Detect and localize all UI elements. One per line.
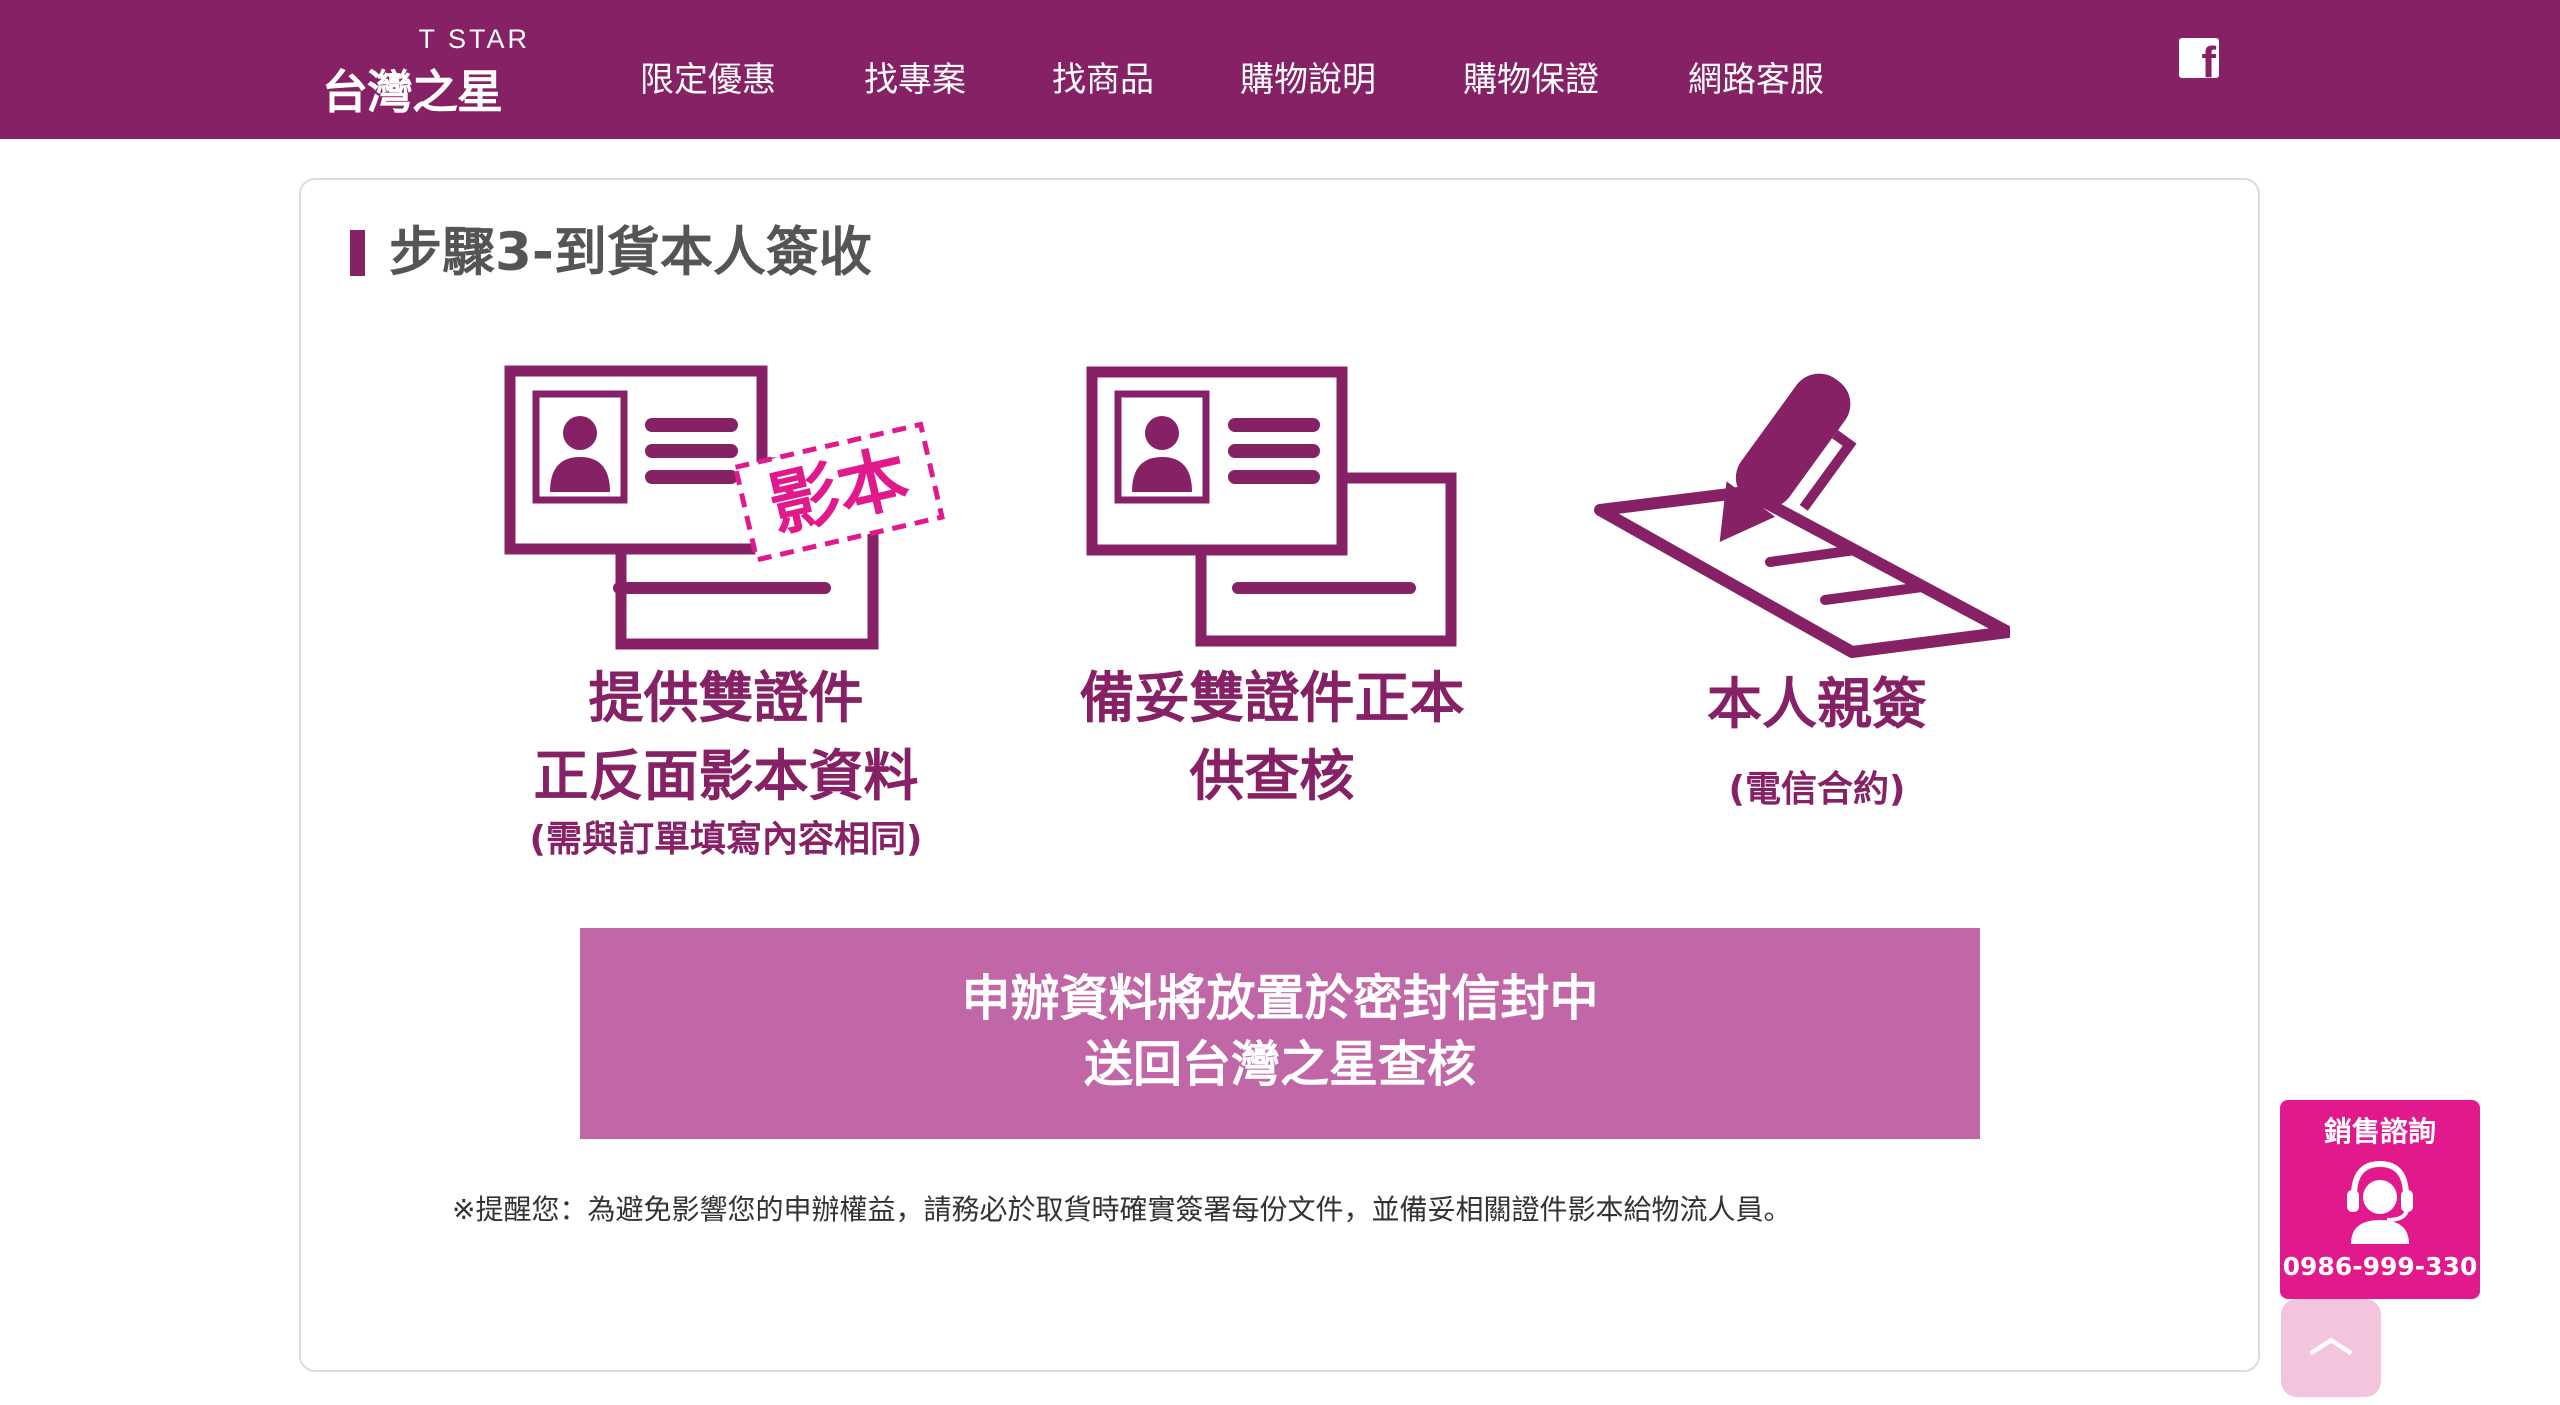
sealed-envelope-banner: 申辦資料將放置於密封信封中 送回台灣之星查核 <box>580 928 1980 1139</box>
item-2-title-line-1: 備妥雙證件正本 <box>1079 666 1465 730</box>
item-1-note: (需與訂單填寫內容相同) <box>529 819 923 860</box>
pen-signature-icon <box>1594 373 2010 658</box>
id-card-original-icon <box>1086 366 1457 647</box>
banner-line-2: 送回台灣之星查核 <box>1083 1036 1476 1093</box>
logo-english: T STAR <box>418 24 530 54</box>
banner-line-1: 申辦資料將放置於密封信封中 <box>961 970 1599 1027</box>
logo-chinese: 台灣之星 <box>322 65 503 119</box>
sales-phone-number: 0986-999-330 <box>2282 1252 2478 1281</box>
item-2-title: 備妥雙證件正本 供查核 <box>1022 659 1522 815</box>
facebook-icon[interactable]: f <box>2179 38 2219 78</box>
item-3-title-line-1: 本人親簽 <box>1706 672 1927 736</box>
reminder-text: ※提醒您：為避免影響您的申辦權益，請務必於取貨時確實簽署每份文件，並備妥相關證件… <box>452 1193 1792 1226</box>
sales-title: 銷售諮詢 <box>2323 1115 2436 1148</box>
tstar-logo[interactable]: T STAR 台灣之星 <box>322 24 532 119</box>
id-card-copy-icon: 影本 <box>504 365 945 650</box>
nav-online-service[interactable]: 網路客服 <box>1688 58 1824 102</box>
item-3-title: 本人親簽 <box>1567 665 2067 743</box>
item-3-note: (電信合約) <box>1728 769 1906 810</box>
item-1-title: 提供雙證件 正反面影本資料 <box>476 659 976 815</box>
nav-shopping-guarantee[interactable]: 購物保證 <box>1463 58 1599 102</box>
item-2-title-line-2: 供查核 <box>1189 744 1355 808</box>
top-navigation-bar: T STAR 台灣之星 限定優惠 找專案 找商品 購物說明 購物保證 網路客服 … <box>0 0 2560 139</box>
title-accent-bar <box>350 230 365 276</box>
step-title: 步驟3-到貨本人簽收 <box>389 222 872 283</box>
item-1-title-line-2: 正反面影本資料 <box>533 744 919 808</box>
item-1-title-line-1: 提供雙證件 <box>588 666 864 730</box>
headset-agent-icon <box>2347 1160 2413 1244</box>
nav-shopping-guide[interactable]: 購物說明 <box>1240 58 1376 102</box>
back-to-top-button[interactable]: ︿ <box>2281 1299 2381 1397</box>
sales-consultation-widget[interactable]: 銷售諮詢 0986-999-330 <box>2280 1100 2480 1299</box>
nav-find-products[interactable]: 找商品 <box>1052 58 1154 102</box>
nav-find-plans[interactable]: 找專案 <box>864 58 966 102</box>
chevron-up-icon: ︿ <box>2309 1311 2353 1362</box>
nav-limited-offers[interactable]: 限定優惠 <box>640 58 776 102</box>
page: T STAR 台灣之星 限定優惠 找專案 找商品 購物說明 購物保證 網路客服 … <box>0 0 2560 1405</box>
